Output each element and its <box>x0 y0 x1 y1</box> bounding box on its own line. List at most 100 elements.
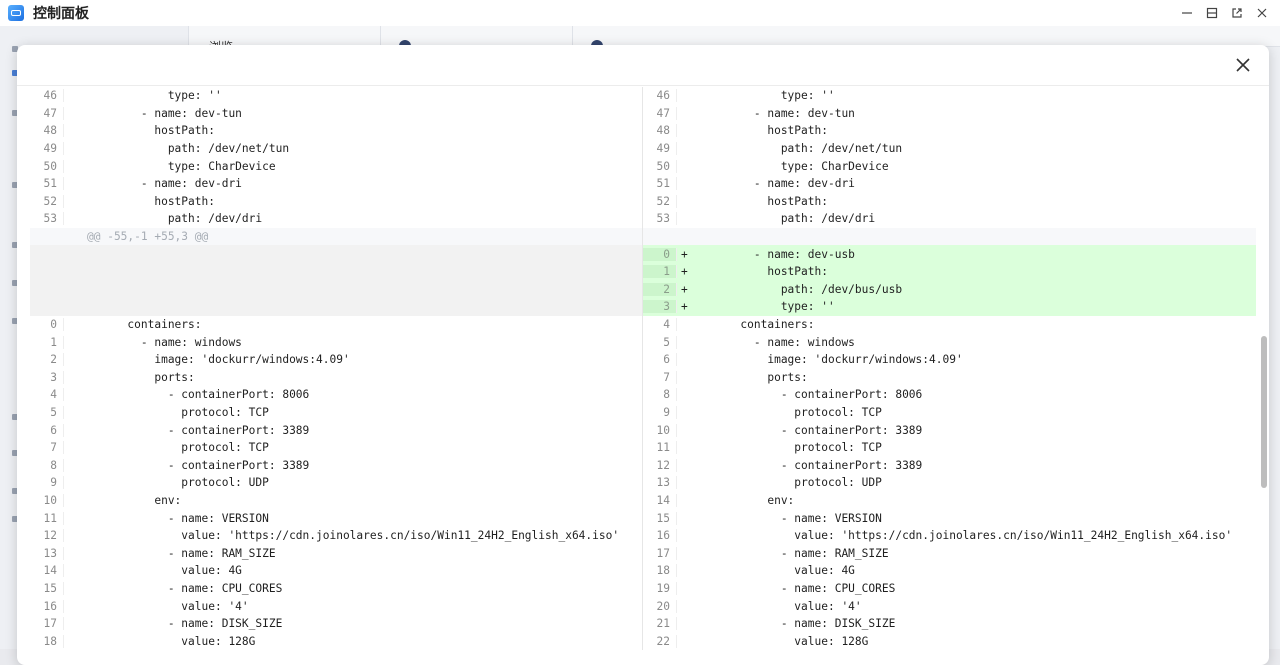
line-number: 14 <box>643 493 677 507</box>
line-number: 21 <box>643 617 677 631</box>
diff-line: 9 protocol: TCP <box>643 404 1256 422</box>
code-text: - name: RAM_SIZE <box>700 546 889 560</box>
background-tab[interactable] <box>572 26 765 52</box>
diff-pane-modified: 46 type: '' 47 - name: dev-tun 48 hostPath… <box>643 87 1256 650</box>
diff-line: 22 value: 128G <box>643 632 1256 650</box>
line-number: 8 <box>643 388 677 402</box>
diff-line: 16 value: 'https://cdn.joinolares.cn/iso… <box>643 527 1256 545</box>
code-text: ports: <box>87 370 195 384</box>
scrollbar[interactable] <box>1261 86 1267 646</box>
code-text: - containerPort: 8006 <box>87 388 310 402</box>
diff-line: 51 - name: dev-dri <box>643 175 1256 193</box>
line-number: 9 <box>30 476 64 490</box>
diff-sign: + <box>681 265 688 279</box>
diff-line: 50 type: CharDevice <box>30 157 642 175</box>
maximize-button[interactable] <box>1199 3 1224 23</box>
line-number: 4 <box>643 318 677 332</box>
code-text: @@ -55,-1 +55,3 @@ <box>87 230 209 244</box>
line-number: 12 <box>30 529 64 543</box>
line-number: 52 <box>30 194 64 208</box>
background-tab[interactable] <box>380 26 573 52</box>
minimize-button[interactable] <box>1174 3 1199 23</box>
code-text: - name: DISK_SIZE <box>87 617 283 631</box>
code-text: hostPath: <box>87 124 215 138</box>
background-tabbar: 浏览 <box>188 26 1280 54</box>
diff-line: 11 protocol: TCP <box>643 439 1256 457</box>
code-text: - containerPort: 3389 <box>700 423 923 437</box>
diff-line: 17 - name: DISK_SIZE <box>30 615 642 633</box>
diff-line: 7 ports: <box>643 369 1256 387</box>
diff-line: 52 hostPath: <box>643 193 1256 211</box>
diff-sign: + <box>681 282 688 296</box>
line-number: 53 <box>643 212 677 226</box>
line-number: 5 <box>30 405 64 419</box>
diff-line: 47 - name: dev-tun <box>30 105 642 123</box>
code-text: path: /dev/dri <box>700 212 876 226</box>
diff-line: 13 protocol: UDP <box>643 474 1256 492</box>
code-text: type: '' <box>87 89 222 103</box>
diff-sign: + <box>681 300 688 314</box>
close-window-button[interactable] <box>1249 3 1274 23</box>
line-number: 7 <box>643 370 677 384</box>
code-text: protocol: TCP <box>700 405 882 419</box>
line-number: 10 <box>30 493 64 507</box>
line-number: 1 <box>30 335 64 349</box>
diff-line: 4 - containerPort: 8006 <box>30 386 642 404</box>
code-text: value: 4G <box>700 564 855 578</box>
line-number: 18 <box>30 634 64 648</box>
code-text: env: <box>87 493 182 507</box>
code-text: type: '' <box>700 89 835 103</box>
code-text: value: 4G <box>87 564 242 578</box>
line-number: 2 <box>643 282 677 296</box>
scrollbar-thumb[interactable] <box>1261 336 1267 488</box>
diff-line: 5 protocol: TCP <box>30 404 642 422</box>
code-text: path: /dev/net/tun <box>700 142 903 156</box>
line-number: 4 <box>30 388 64 402</box>
diff-line: 5 - name: windows <box>643 333 1256 351</box>
code-text: ports: <box>700 370 808 384</box>
diff-line: 13 - name: RAM_SIZE <box>30 544 642 562</box>
line-number: 11 <box>643 441 677 455</box>
code-text: env: <box>700 493 795 507</box>
background-tab[interactable]: 浏览 <box>188 26 381 54</box>
diff-line: 4 containers: <box>643 316 1256 334</box>
code-text: - name: dev-tun <box>87 106 242 120</box>
code-text: value: '4' <box>87 599 249 613</box>
diff-line: 21 - name: DISK_SIZE <box>643 615 1256 633</box>
line-number: 47 <box>643 106 677 120</box>
line-number: 0 <box>643 247 677 261</box>
line-number: 16 <box>643 529 677 543</box>
line-number: 46 <box>643 89 677 103</box>
line-number: 49 <box>643 142 677 156</box>
line-number: 1 <box>643 265 677 279</box>
code-text: - name: windows <box>87 335 242 349</box>
code-text: - name: dev-dri <box>700 177 855 191</box>
code-text: - name: windows <box>700 335 855 349</box>
popout-icon <box>1231 8 1242 18</box>
diff-view[interactable]: 46 type: '' 47 - name: dev-tun 48 hostPath… <box>30 87 1256 665</box>
diff-line: 17 - name: RAM_SIZE <box>643 544 1256 562</box>
popout-button[interactable] <box>1224 3 1249 23</box>
line-number: 48 <box>30 124 64 138</box>
code-text: hostPath: <box>700 194 828 208</box>
code-text: - containerPort: 8006 <box>700 388 923 402</box>
code-text: value: 128G <box>87 634 256 648</box>
line-number: 3 <box>643 300 677 314</box>
close-icon <box>1236 58 1250 72</box>
code-text: type: CharDevice <box>700 159 889 173</box>
line-number: 9 <box>643 405 677 419</box>
line-number: 50 <box>30 159 64 173</box>
diff-line: 3 ports: <box>30 369 642 387</box>
diff-line: 20 value: '4' <box>643 597 1256 615</box>
line-number: 7 <box>30 441 64 455</box>
code-text: - name: VERSION <box>87 511 269 525</box>
diff-line: 9 protocol: UDP <box>30 474 642 492</box>
diff-placeholder-line <box>30 262 642 281</box>
code-text: path: /dev/dri <box>87 212 263 226</box>
close-modal-button[interactable] <box>1235 57 1251 73</box>
diff-line: 10 env: <box>30 492 642 510</box>
diff-line: 10 - containerPort: 3389 <box>643 421 1256 439</box>
maximize-icon <box>1206 7 1217 19</box>
diff-pane-original: 46 type: '' 47 - name: dev-tun 48 hostPath… <box>30 87 643 650</box>
diff-line: 46 type: '' <box>30 87 642 105</box>
